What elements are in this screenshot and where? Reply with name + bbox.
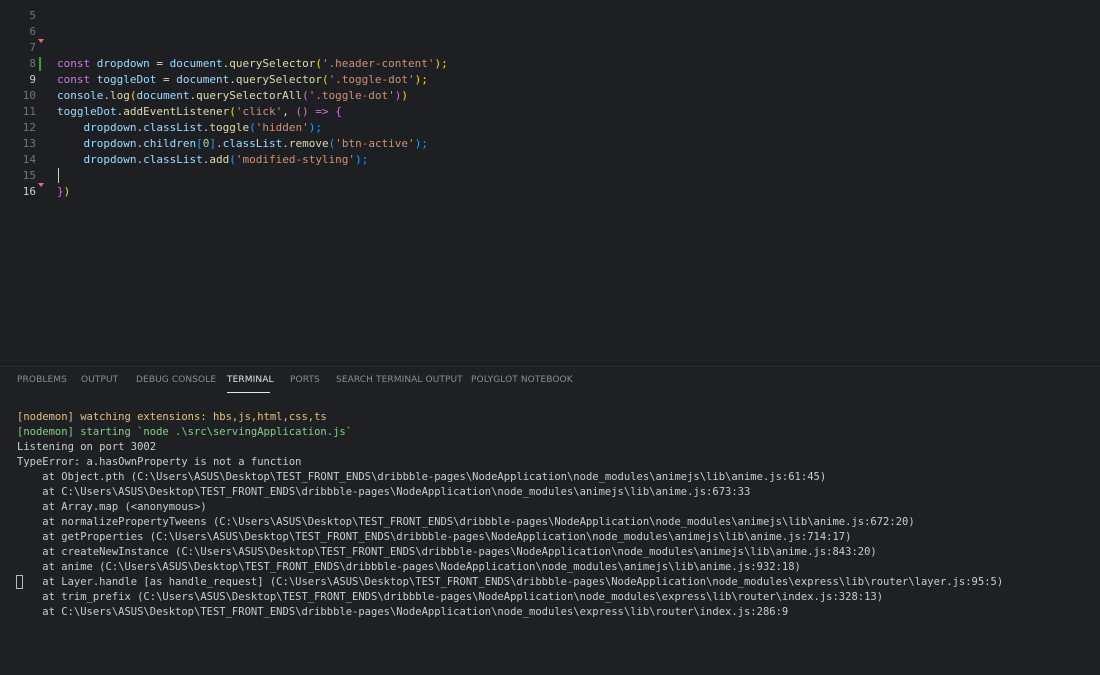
terminal-line: at Layer.handle [as handle_request] (C:\… — [17, 576, 1004, 588]
tab-output[interactable]: OUTPUT — [81, 375, 118, 385]
code-line[interactable]: 7 const dropdown = document.querySelecto… — [0, 24, 1100, 70]
terminal-line: at Object.pth (C:\Users\ASUS\Desktop\TES… — [17, 471, 827, 483]
terminal-line: at getProperties (C:\Users\ASUS\Desktop\… — [17, 531, 852, 543]
terminal-line: at normalizePropertyTweens (C:\Users\ASU… — [17, 516, 915, 528]
tab-ports[interactable]: PORTS — [290, 375, 320, 385]
terminal-cursor-icon — [16, 575, 23, 589]
line-number: 16 — [22, 185, 36, 198]
terminal-line: at trim_prefix (C:\Users\ASUS\Desktop\TE… — [17, 591, 884, 603]
terminal-line: TypeError: a.hasOwnProperty is not a fun… — [17, 456, 302, 468]
tab-debug-console[interactable]: DEBUG CONSOLE — [136, 375, 216, 385]
text-cursor — [58, 168, 59, 183]
code-line[interactable]: 9 console.log(document.querySelectorAll(… — [0, 56, 1100, 102]
code-line: 6 — [0, 8, 1100, 38]
code-line[interactable]: 15 }) — [0, 152, 1100, 198]
active-tab-indicator — [227, 392, 270, 393]
terminal-line: at createNewInstance (C:\Users\ASUS\Desk… — [17, 546, 877, 558]
tab-polyglot-notebook[interactable]: POLYGLOT NOTEBOOK — [471, 375, 573, 385]
code-line[interactable]: 14 — [0, 136, 1100, 166]
code-editor[interactable]: 5 6 7 const dropdown = document.querySel… — [0, 0, 1100, 366]
code-line[interactable]: 8 const toggleDot = document.querySelect… — [0, 40, 1100, 86]
tab-terminal[interactable]: TERMINAL — [227, 375, 274, 385]
code-line: 5 — [0, 0, 1100, 22]
terminal-line: [nodemon] watching extensions: hbs,js,ht… — [17, 411, 327, 423]
tab-problems[interactable]: PROBLEMS — [17, 375, 67, 385]
code-line[interactable]: 13 dropdown.classList.add('modified-styl… — [0, 120, 1100, 166]
code-line[interactable]: 11 dropdown.classList.toggle('hidden'); — [0, 88, 1100, 134]
panel-tab-bar: PROBLEMS OUTPUT DEBUG CONSOLE TERMINAL P… — [0, 367, 1100, 395]
terminal-line: Listening on port 3002 — [17, 441, 157, 453]
terminal-line: at C:\Users\ASUS\Desktop\TEST_FRONT_ENDS… — [17, 486, 751, 498]
tab-search-terminal-output[interactable]: SEARCH TERMINAL OUTPUT — [336, 375, 463, 385]
fold-marker-icon[interactable] — [38, 183, 44, 187]
terminal-line: at Array.map (<anonymous>) — [17, 501, 207, 513]
terminal-line: at anime (C:\Users\ASUS\Desktop\TEST_FRO… — [17, 561, 801, 573]
code-text[interactable]: }) — [57, 184, 70, 200]
code-line[interactable]: 12 dropdown.children[0].classList.remove… — [0, 104, 1100, 150]
terminal-line: [nodemon] starting `node .\src\servingAp… — [17, 426, 353, 438]
code-line[interactable]: 16 — [0, 168, 1100, 198]
code-line[interactable]: 10 toggleDot.addEventListener('click', (… — [0, 72, 1100, 118]
terminal-line: at C:\Users\ASUS\Desktop\TEST_FRONT_ENDS… — [17, 606, 789, 618]
